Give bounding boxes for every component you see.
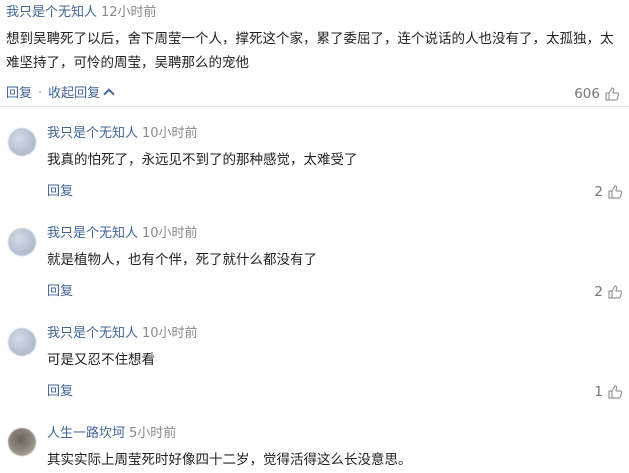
avatar[interactable] xyxy=(8,328,36,356)
reply-item: 我只是个无知人 10小时前 可是又忍不住想看 回复 1 xyxy=(0,314,629,414)
reply-header: 我只是个无知人 10小时前 xyxy=(47,224,198,244)
thumbs-up-icon xyxy=(605,87,620,101)
like-count: 606 xyxy=(574,86,600,102)
collapse-replies-label: 收起回复 xyxy=(48,86,101,101)
comment-header: 我只是个无知人 12小时前 xyxy=(6,0,626,26)
reply-header: 人生一路坎坷 5小时前 xyxy=(47,424,176,444)
avatar[interactable] xyxy=(8,128,36,156)
avatar[interactable] xyxy=(8,428,36,456)
divider xyxy=(0,106,629,107)
reply-username[interactable]: 我只是个无知人 xyxy=(47,226,138,241)
thumbs-up-icon xyxy=(608,385,623,399)
like-button[interactable]: 606 xyxy=(574,81,620,107)
reply-time: 10小时前 xyxy=(142,326,198,341)
reply-time: 5小时前 xyxy=(129,426,177,441)
reply-item: 我只是个无知人 10小时前 我真的怕死了，永远见不到了的那种感觉，太难受了 回复 … xyxy=(0,114,629,214)
reply-username[interactable]: 人生一路坎坷 xyxy=(47,426,125,441)
like-button[interactable]: 1 xyxy=(594,382,623,402)
reply-username[interactable]: 我只是个无知人 xyxy=(47,326,138,341)
thumbs-up-icon xyxy=(608,285,623,299)
reply-text: 我真的怕死了，永远见不到了的那种感觉，太难受了 xyxy=(47,152,358,168)
reply-button[interactable]: 回复 xyxy=(47,382,73,402)
reply-item: 我只是个无知人 10小时前 就是植物人，也有个伴，死了就什么都没有了 回复 2 xyxy=(0,214,629,314)
top-comment: 我只是个无知人 12小时前 想到吴聘死了以后，舍下周莹一个人，撑死这个家，累了委屈… xyxy=(6,0,626,107)
chevron-up-icon xyxy=(103,88,115,100)
reply-button[interactable]: 回复 xyxy=(6,86,32,101)
reply-item: 人生一路坎坷 5小时前 其实实际上周莹死时好像四十二岁，觉得活得这么长没意思。 xyxy=(0,414,629,473)
comment-username[interactable]: 我只是个无知人 xyxy=(6,5,97,20)
reply-text: 可是又忍不住想看 xyxy=(47,352,155,368)
comment-time: 12小时前 xyxy=(101,5,157,20)
reply-time: 10小时前 xyxy=(142,226,198,241)
comment-actions: 回复 · 收起回复 606 xyxy=(6,81,626,107)
reply-button[interactable]: 回复 xyxy=(47,282,73,302)
reply-time: 10小时前 xyxy=(142,126,198,141)
like-button[interactable]: 2 xyxy=(594,282,623,302)
reply-button[interactable]: 回复 xyxy=(47,182,73,202)
reply-username[interactable]: 我只是个无知人 xyxy=(47,126,138,141)
like-count: 2 xyxy=(594,284,603,300)
avatar[interactable] xyxy=(8,228,36,256)
reply-header: 我只是个无知人 10小时前 xyxy=(47,324,198,344)
like-count: 1 xyxy=(594,384,603,400)
separator-dot: · xyxy=(38,86,43,101)
like-button[interactable]: 2 xyxy=(594,182,623,202)
like-count: 2 xyxy=(594,184,603,200)
reply-text: 就是植物人，也有个伴，死了就什么都没有了 xyxy=(47,252,317,268)
comment-text: 想到吴聘死了以后，舍下周莹一个人，撑死这个家，累了委屈了，连个说话的人也没有了，… xyxy=(6,31,614,71)
reply-header: 我只是个无知人 10小时前 xyxy=(47,124,198,144)
collapse-replies-button[interactable]: 收起回复 xyxy=(48,86,115,101)
reply-text: 其实实际上周莹死时好像四十二岁，觉得活得这么长没意思。 xyxy=(47,452,412,468)
thumbs-up-icon xyxy=(608,185,623,199)
